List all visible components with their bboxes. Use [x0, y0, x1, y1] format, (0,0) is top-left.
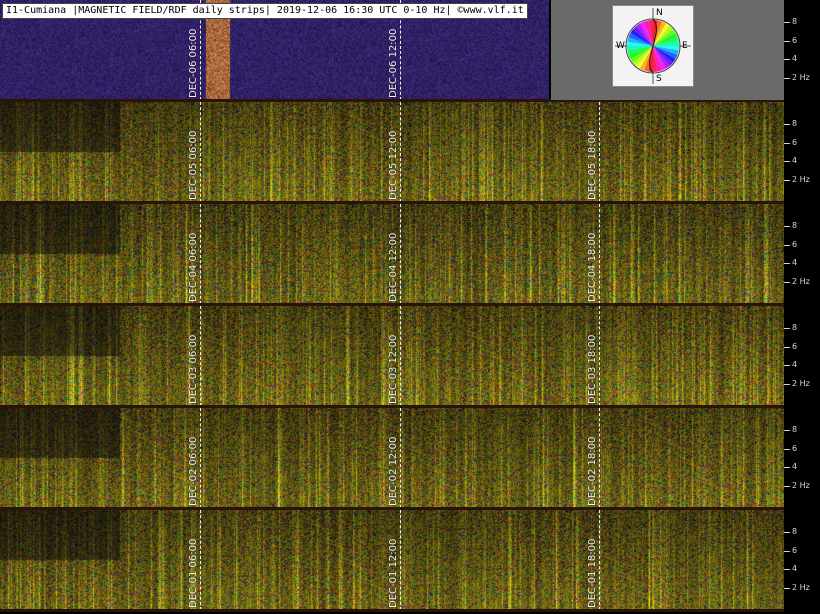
frequency-tick [784, 449, 790, 450]
frequency-tick [784, 384, 790, 385]
frequency-tick [784, 365, 790, 366]
compass-east-label: E [682, 41, 688, 51]
time-marker-line [599, 408, 600, 508]
time-marker-label: DEC-03 12:00 [388, 334, 399, 404]
time-marker-line [599, 102, 600, 202]
frequency-tick-label: 2 Hz [792, 583, 810, 592]
time-marker-label: DEC-03 18:00 [587, 334, 598, 404]
frequency-tick [784, 41, 790, 42]
strip-dec-05: DEC-05 06:00 DEC-05 12:00 DEC-05 18:00 [0, 102, 784, 202]
strip-dec-03: DEC-03 06:00 DEC-03 12:00 DEC-03 18:00 [0, 306, 784, 406]
frequency-tick-label: 8 [792, 221, 798, 230]
frequency-tick [784, 569, 790, 570]
frequency-tick [784, 180, 790, 181]
frequency-tick [784, 430, 790, 431]
time-marker-label: DEC-01 06:00 [188, 538, 199, 608]
time-marker-label: DEC-02 06:00 [188, 436, 199, 506]
time-marker-label: DEC-03 06:00 [188, 334, 199, 404]
frequency-tick-label: 6 [792, 36, 798, 45]
frequency-tick-label: 8 [792, 527, 798, 536]
time-marker-label: DEC-04 12:00 [388, 232, 399, 302]
compass-west-label: W [616, 41, 625, 51]
strip-dec-01: DEC-01 06:00 DEC-01 12:00 DEC-01 18:00 [0, 510, 784, 610]
time-marker-line [599, 204, 600, 304]
strip-separator [0, 609, 784, 612]
time-marker-line [400, 306, 401, 406]
time-marker-label: DEC-05 18:00 [587, 130, 598, 200]
time-marker-label: DEC-04 06:00 [188, 232, 199, 302]
frequency-tick [784, 161, 790, 162]
frequency-tick [784, 263, 790, 264]
frequency-tick [784, 143, 790, 144]
frequency-tick-label: 2 Hz [792, 73, 810, 82]
frequency-tick-label: 2 Hz [792, 175, 810, 184]
time-marker-line [599, 306, 600, 406]
compass-north-label: N [656, 8, 663, 18]
time-marker-line [200, 102, 201, 202]
frequency-tick-label: 6 [792, 342, 798, 351]
frequency-axis: 8 6 4 2 Hz [784, 204, 820, 304]
frequency-tick [784, 245, 790, 246]
time-marker-label: DEC-06 12:00 [388, 28, 399, 98]
time-marker-line [400, 204, 401, 304]
time-marker-label: DEC-01 12:00 [388, 538, 399, 608]
frequency-tick-label: 2 Hz [792, 481, 810, 490]
time-marker-line [400, 408, 401, 508]
strip-dec-04: DEC-04 06:00 DEC-04 12:00 DEC-04 18:00 [0, 204, 784, 304]
frequency-tick-label: 4 [792, 564, 798, 573]
frequency-tick [784, 22, 790, 23]
frequency-tick-label: 4 [792, 462, 798, 471]
frequency-tick [784, 486, 790, 487]
frequency-tick-label: 8 [792, 119, 798, 128]
time-marker-line [400, 102, 401, 202]
frequency-tick-label: 2 Hz [792, 379, 810, 388]
strip-dec-02: DEC-02 06:00 DEC-02 12:00 DEC-02 18:00 [0, 408, 784, 508]
frequency-tick-label: 4 [792, 360, 798, 369]
frequency-tick-label: 6 [792, 240, 798, 249]
frequency-tick [784, 59, 790, 60]
frequency-tick [784, 347, 790, 348]
time-marker-label: DEC-05 06:00 [188, 130, 199, 200]
time-marker-line [200, 408, 201, 508]
time-marker-label: DEC-05 12:00 [388, 130, 399, 200]
frequency-tick [784, 551, 790, 552]
frequency-tick-label: 8 [792, 17, 798, 26]
frequency-tick [784, 226, 790, 227]
frequency-tick [784, 532, 790, 533]
time-marker-label: DEC-06 06:00 [188, 28, 199, 98]
frequency-tick-label: 6 [792, 546, 798, 555]
frequency-tick-label: 4 [792, 258, 798, 267]
time-marker-line [200, 306, 201, 406]
frequency-tick-label: 4 [792, 54, 798, 63]
frequency-tick [784, 282, 790, 283]
time-marker-label: DEC-02 18:00 [587, 436, 598, 506]
frequency-tick-label: 8 [792, 425, 798, 434]
time-marker-line [200, 204, 201, 304]
frequency-tick-label: 8 [792, 323, 798, 332]
frequency-tick [784, 78, 790, 79]
time-marker-label: DEC-02 12:00 [388, 436, 399, 506]
frequency-axis: 8 6 4 2 Hz [784, 510, 820, 610]
time-marker-line [400, 510, 401, 610]
chart-title: I1-Cumiana |MAGNETIC FIELD/RDF daily str… [2, 3, 528, 19]
frequency-axis: 8 6 4 2 Hz [784, 0, 820, 100]
frequency-axis: 8 6 4 2 Hz [784, 306, 820, 406]
compass-south-label: S [656, 74, 662, 84]
time-marker-line [599, 510, 600, 610]
frequency-tick [784, 124, 790, 125]
frequency-tick [784, 467, 790, 468]
time-marker-label: DEC-04 18:00 [587, 232, 598, 302]
frequency-tick-label: 2 Hz [792, 277, 810, 286]
frequency-tick [784, 328, 790, 329]
frequency-axis: 8 6 4 2 Hz [784, 408, 820, 508]
time-marker-line [200, 510, 201, 610]
frequency-tick [784, 588, 790, 589]
frequency-axis: 8 6 4 2 Hz [784, 102, 820, 202]
frequency-tick-label: 6 [792, 138, 798, 147]
rdf-compass: N S E W [612, 5, 694, 87]
time-marker-label: DEC-01 18:00 [587, 538, 598, 608]
frequency-tick-label: 6 [792, 444, 798, 453]
frequency-tick-label: 4 [792, 156, 798, 165]
compass-rose-icon [615, 8, 691, 84]
